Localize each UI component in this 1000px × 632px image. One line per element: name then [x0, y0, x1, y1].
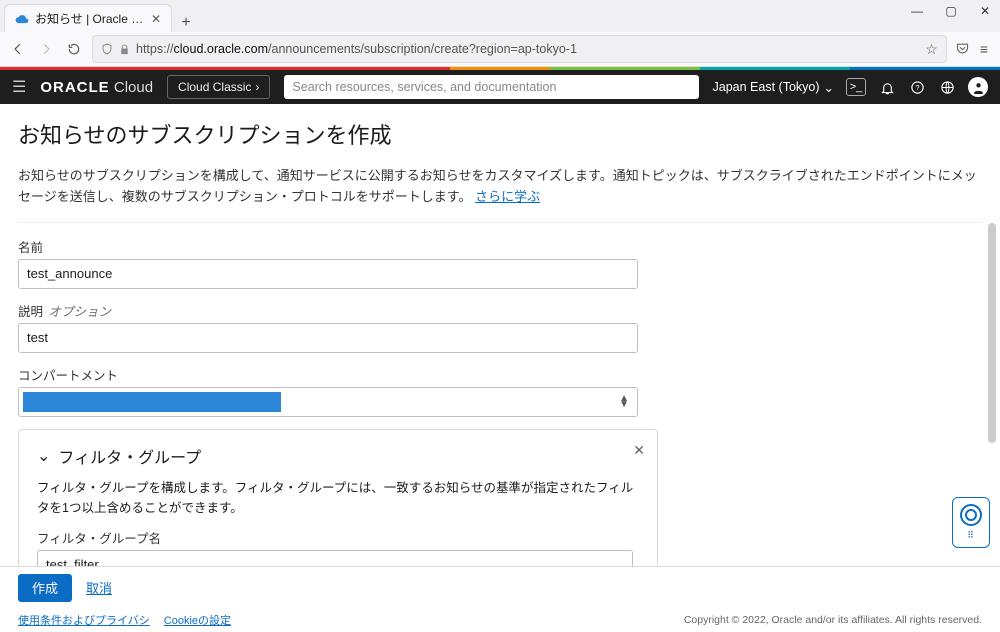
svg-text:?: ? — [915, 83, 919, 92]
shield-icon — [101, 43, 113, 55]
page-title: お知らせのサブスクリプションを作成 — [18, 118, 982, 150]
stepper-icon: ▲▼ — [619, 396, 629, 408]
brand[interactable]: ORACLE Cloud — [40, 79, 153, 96]
form-area: 名前 test_announce 説明 オプション test コンパートメント … — [18, 222, 982, 567]
cloud-favicon-icon — [15, 12, 29, 26]
action-bar: 作成 取消 — [0, 566, 1000, 608]
close-tab-icon[interactable]: ✕ — [151, 12, 161, 26]
compartment-label: コンパートメント — [18, 365, 658, 384]
close-window-icon[interactable]: ✕ — [976, 4, 994, 18]
name-field: 名前 test_announce — [18, 237, 658, 289]
life-ring-icon — [960, 504, 982, 526]
lock-icon — [119, 44, 130, 55]
description-label: 説明 オプション — [18, 301, 658, 320]
region-selector[interactable]: Japan East (Tokyo) ⌄ — [713, 80, 834, 95]
address-bar[interactable]: https://cloud.oracle.com/announcements/s… — [92, 35, 947, 63]
global-search-input[interactable]: Search resources, services, and document… — [284, 75, 698, 99]
description-field: 説明 オプション test — [18, 301, 658, 353]
hamburger-icon[interactable]: ☰ — [12, 77, 26, 97]
oci-header: ☰ ORACLE Cloud Cloud Classic › Search re… — [0, 70, 1000, 104]
compartment-field: コンパートメント ▲▼ — [18, 365, 658, 417]
globe-icon[interactable] — [938, 78, 956, 96]
browser-chrome: お知らせ | Oracle Cloud Infrastru ✕ + — ▢ ✕ … — [0, 0, 1000, 67]
pocket-icon[interactable] — [955, 41, 970, 57]
window-controls: — ▢ ✕ — [908, 4, 994, 18]
compartment-selected-highlight — [23, 392, 281, 412]
minimize-icon[interactable]: — — [908, 4, 926, 18]
footer-bar: 使用条件およびプライバシ Cookieの設定 Copyright © 2022,… — [0, 608, 1000, 632]
browser-right-tools: ≡ — [955, 41, 992, 57]
cloud-shell-icon[interactable]: >_ — [846, 78, 866, 96]
address-row: https://cloud.oracle.com/announcements/s… — [0, 32, 1000, 66]
close-filter-group-icon[interactable]: ✕ — [633, 442, 645, 459]
back-icon[interactable] — [8, 39, 28, 59]
scrollbar[interactable] — [988, 223, 996, 443]
filter-group-description: フィルタ・グループを構成します。フィルタ・グループには、一致するお知らせの基準が… — [37, 478, 639, 518]
app-menu-icon[interactable]: ≡ — [980, 41, 988, 57]
cookie-settings-link[interactable]: Cookieの設定 — [164, 612, 231, 628]
filter-group-name-field: フィルタ・グループ名 test_filter — [37, 528, 637, 567]
cloud-classic-button[interactable]: Cloud Classic › — [167, 75, 270, 99]
help-floating-button[interactable]: ⠿ — [952, 497, 990, 548]
reload-icon[interactable] — [64, 39, 84, 59]
footer-links: 使用条件およびプライバシ Cookieの設定 — [18, 612, 231, 628]
filter-group-header[interactable]: ⌄ フィルタ・グループ — [37, 444, 639, 468]
page-content: お知らせのサブスクリプションを作成 お知らせのサブスクリプションを構成して、通知… — [0, 104, 1000, 567]
tab-title: お知らせ | Oracle Cloud Infrastru — [35, 10, 145, 27]
chevron-down-icon: ⌄ — [824, 80, 834, 95]
url-text: https://cloud.oracle.com/announcements/s… — [136, 42, 919, 56]
bookmark-star-icon[interactable]: ☆ — [925, 41, 938, 58]
tab-strip: お知らせ | Oracle Cloud Infrastru ✕ + — ▢ ✕ — [0, 0, 1000, 32]
user-avatar-icon[interactable] — [968, 77, 988, 97]
help-circle-icon[interactable]: ? — [908, 78, 926, 96]
page-description: お知らせのサブスクリプションを構成して、通知サービスに公開するお知らせをカスタマ… — [18, 166, 982, 208]
create-button[interactable]: 作成 — [18, 574, 72, 602]
browser-tab[interactable]: お知らせ | Oracle Cloud Infrastru ✕ — [4, 4, 172, 32]
filter-group-name-input[interactable]: test_filter — [37, 550, 633, 567]
name-label: 名前 — [18, 237, 658, 256]
cancel-link[interactable]: 取消 — [86, 578, 112, 597]
dots-icon: ⠿ — [967, 530, 975, 541]
learn-more-link[interactable]: さらに学ぶ — [475, 189, 540, 204]
chevron-right-icon: › — [255, 80, 259, 94]
new-tab-button[interactable]: + — [172, 14, 200, 32]
chevron-down-icon: ⌄ — [37, 446, 50, 466]
compartment-select[interactable]: ▲▼ — [18, 387, 638, 417]
name-input[interactable]: test_announce — [18, 259, 638, 289]
copyright-text: Copyright © 2022, Oracle and/or its affi… — [684, 614, 982, 626]
filter-group-name-label: フィルタ・グループ名 — [37, 528, 637, 547]
bell-icon[interactable] — [878, 78, 896, 96]
terms-link[interactable]: 使用条件およびプライバシ — [18, 612, 150, 628]
maximize-icon[interactable]: ▢ — [942, 4, 960, 18]
description-input[interactable]: test — [18, 323, 638, 353]
filter-group-card: ⌄ フィルタ・グループ ✕ フィルタ・グループを構成します。フィルタ・グループに… — [18, 429, 658, 567]
forward-icon[interactable] — [36, 39, 56, 59]
